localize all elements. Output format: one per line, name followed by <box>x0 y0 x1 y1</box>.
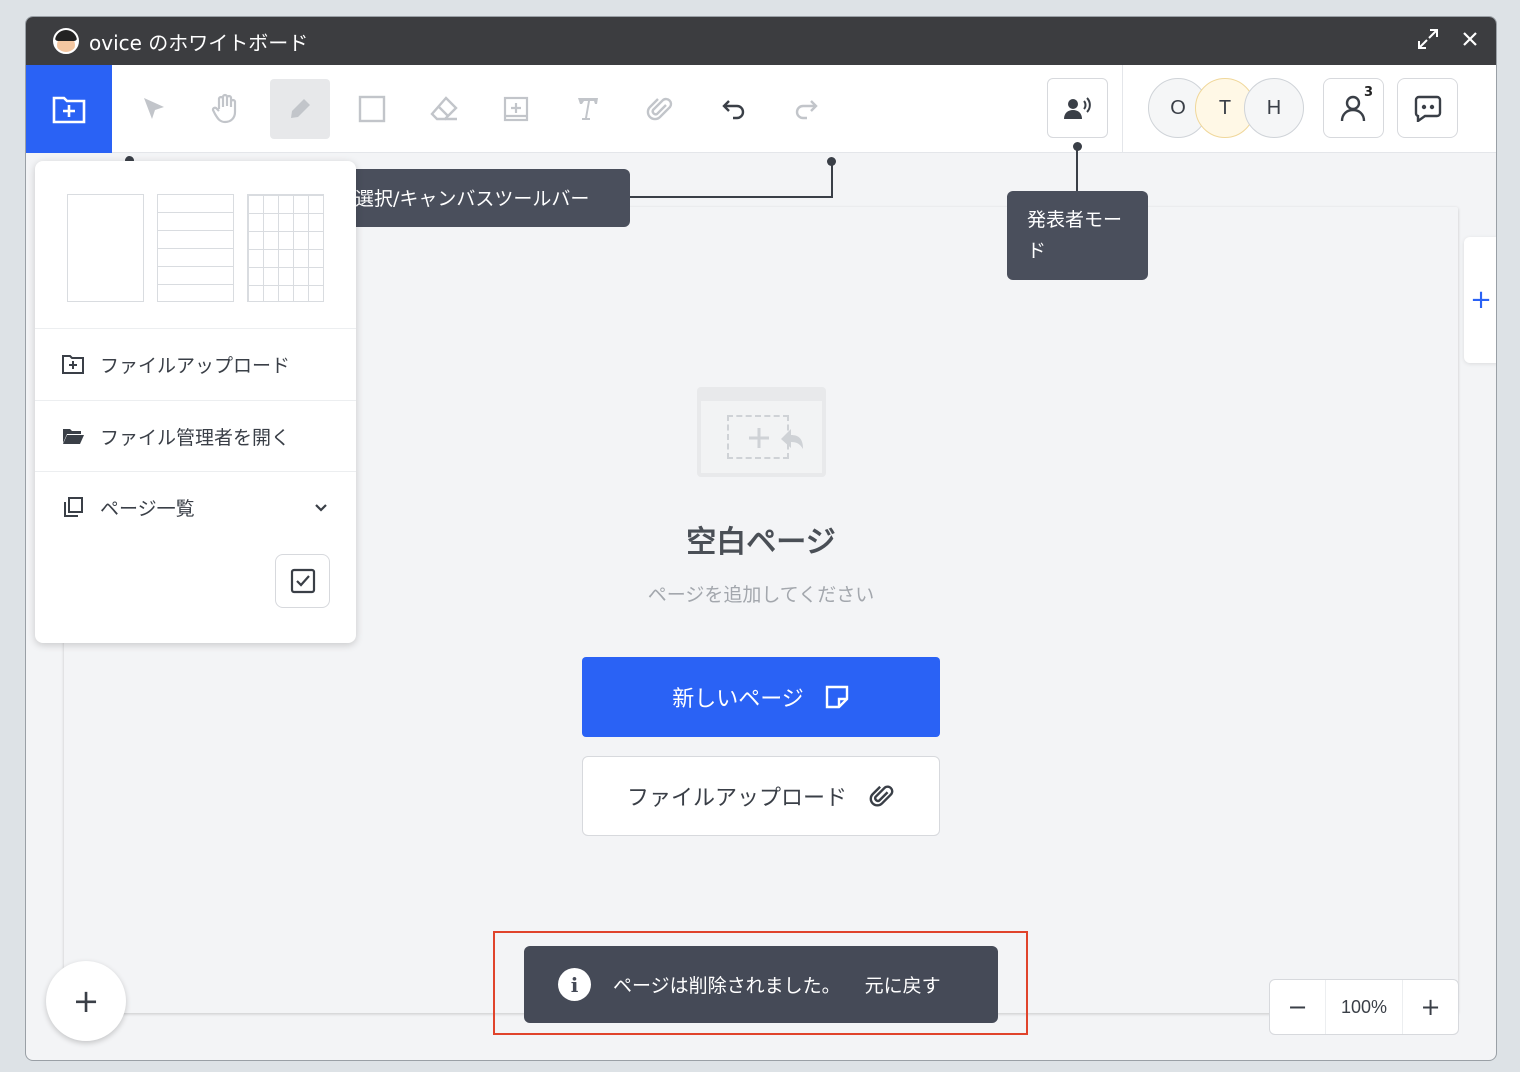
eraser-icon <box>430 96 458 121</box>
zoom-control: − 100% + <box>1269 979 1459 1035</box>
pen-icon <box>291 99 310 118</box>
canvas-toolbar: O T H 3 <box>26 65 1496 153</box>
add-page-side-button[interactable]: + <box>1464 237 1496 363</box>
pages-icon <box>62 496 84 518</box>
redo-icon <box>795 100 818 120</box>
hand-icon <box>211 93 237 124</box>
info-icon: i <box>558 968 591 1001</box>
zoom-in-button[interactable]: + <box>1403 980 1458 1034</box>
file-upload-button[interactable]: ファイルアップロード <box>582 756 940 836</box>
menu-item-label: ファイル管理者を開く <box>100 426 291 449</box>
rectangle-icon <box>358 95 386 123</box>
undo-icon <box>722 100 745 120</box>
attachment-tool[interactable] <box>630 79 690 139</box>
new-page-button[interactable]: 新しいページ <box>582 657 940 737</box>
presenter-mode-tooltip: 発表者モード <box>1007 191 1148 280</box>
add-card-tool[interactable] <box>486 79 546 139</box>
presenter-mode-button[interactable] <box>1047 78 1108 138</box>
whiteboard-window: ovice のホワイトボード O T H 3 + 選択/キャンバスツールバー 発… <box>25 16 1497 1061</box>
empty-state-subtitle: ページを追加してください <box>647 584 875 606</box>
undo-button[interactable] <box>704 79 764 139</box>
file-upload-button-label: ファイルアップロード <box>626 786 847 811</box>
toast-undo-link[interactable]: 元に戻す <box>865 971 941 998</box>
chat-icon <box>1414 95 1441 122</box>
presenter-icon <box>1063 97 1091 119</box>
chevron-down-icon[interactable] <box>314 496 328 518</box>
tooltip-connector-line <box>1076 147 1078 191</box>
tooltip-anchor-dot <box>827 157 836 166</box>
grid-template[interactable] <box>247 194 324 302</box>
attachment-icon <box>869 785 894 807</box>
participants-count-badge: 3 <box>1363 85 1373 100</box>
text-tool[interactable] <box>558 79 618 139</box>
pen-tool[interactable] <box>270 79 330 139</box>
rectangle-tool[interactable] <box>342 79 402 139</box>
file-menu: ファイルアップロード ファイル管理者を開く ページ一覧 <box>35 161 356 643</box>
folder-open-icon <box>62 425 84 447</box>
add-file-icon <box>62 353 84 375</box>
toast-message: ページは削除されました。 <box>613 975 841 997</box>
attachment-icon <box>646 97 673 121</box>
menu-item-open-file-manager[interactable]: ファイル管理者を開く <box>35 401 356 471</box>
zoom-level: 100% <box>1325 980 1403 1034</box>
eraser-tool[interactable] <box>414 79 474 139</box>
window-title: ovice のホワイトボード <box>89 30 309 55</box>
tooltip-connector-line <box>831 163 833 198</box>
app-logo-icon <box>53 28 79 54</box>
sticky-note-icon <box>825 685 848 709</box>
empty-state-title: 空白ページ <box>686 525 836 560</box>
titlebar: ovice のホワイトボード <box>26 17 1496 65</box>
redo-button[interactable] <box>776 79 836 139</box>
hand-tool[interactable] <box>196 79 256 139</box>
menu-item-file-upload[interactable]: ファイルアップロード <box>35 329 356 399</box>
toast-notification: i ページは削除されました。 元に戻す <box>524 946 998 1023</box>
expand-icon[interactable] <box>1416 27 1440 51</box>
avatar[interactable]: H <box>1244 78 1304 138</box>
zoom-out-button[interactable]: − <box>1270 980 1325 1034</box>
lined-template[interactable] <box>157 194 234 302</box>
new-page-button-label: 新しいページ <box>672 687 804 712</box>
presenter-mode-tooltip-text: 発表者モード <box>1027 209 1123 262</box>
blank-page-icon <box>697 387 826 477</box>
select-tool[interactable] <box>124 79 184 139</box>
chat-button[interactable] <box>1397 78 1458 138</box>
tooltip-anchor-dot <box>1073 142 1082 151</box>
add-floating-button[interactable]: + <box>46 961 126 1041</box>
cursor-icon <box>144 98 164 119</box>
canvas-toolbar-tooltip-text: 選択/キャンバスツールバー <box>355 188 590 210</box>
menu-item-label: ファイルアップロード <box>100 354 291 377</box>
blank-template[interactable] <box>67 194 144 302</box>
tooltip-connector-line <box>630 196 833 198</box>
add-file-icon <box>52 96 86 124</box>
toolbar-separator <box>1122 65 1123 153</box>
close-icon[interactable] <box>1458 27 1482 51</box>
canvas-toolbar-tooltip: 選択/キャンバスツールバー <box>344 169 630 227</box>
file-button[interactable] <box>26 65 112 153</box>
participants-button[interactable]: 3 <box>1323 78 1384 138</box>
add-card-icon <box>503 96 529 122</box>
text-icon <box>578 98 598 120</box>
